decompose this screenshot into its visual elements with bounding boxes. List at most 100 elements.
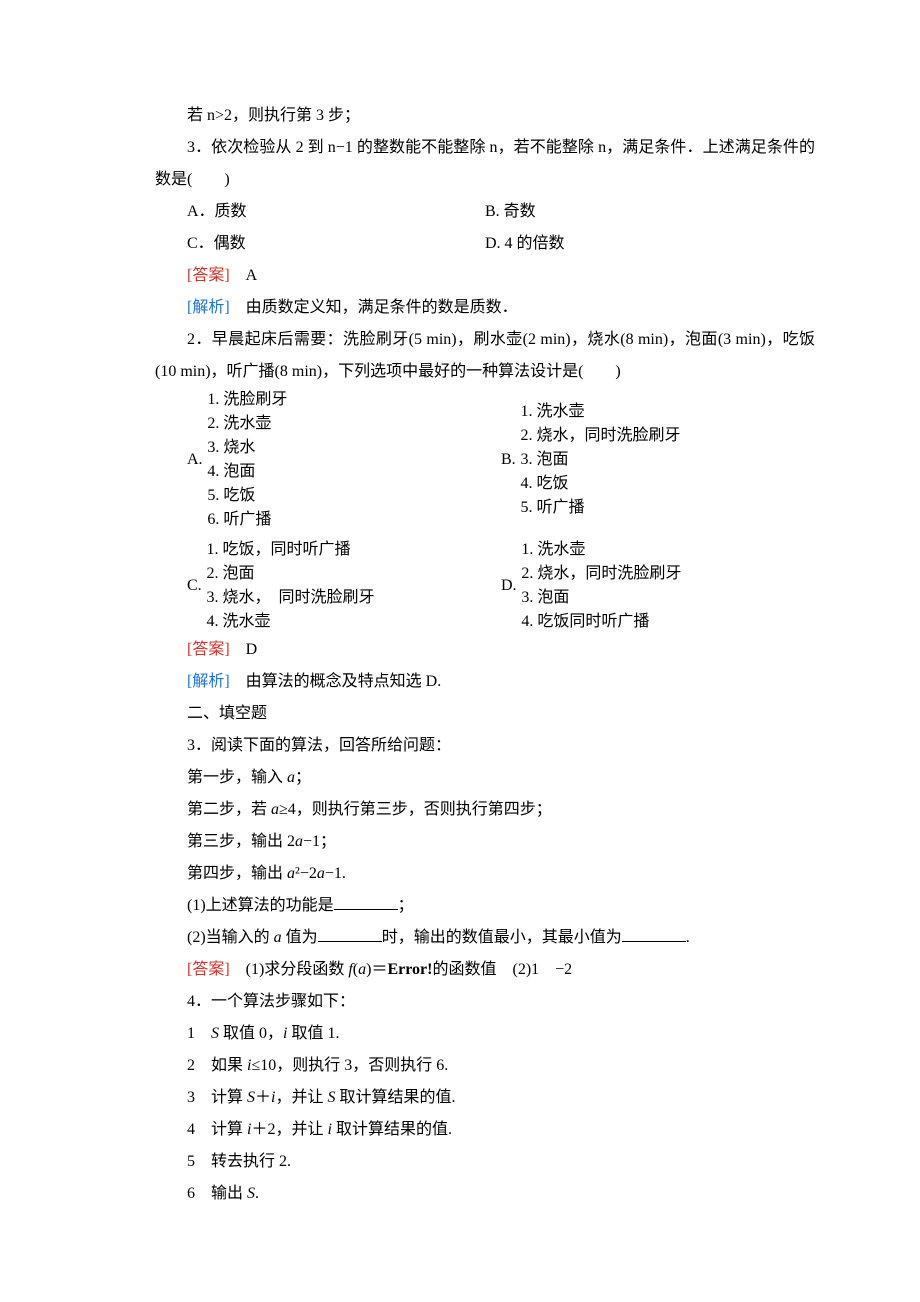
q3-stem: 3．阅读下面的算法，回答所给问题： bbox=[155, 730, 815, 762]
steps: 1. 洗水壶 2. 烧水，同时洗脸刷牙 3. 泡面 4. 吃饭 5. 听广播 bbox=[520, 400, 680, 520]
t: 1 bbox=[187, 1025, 211, 1042]
t: . bbox=[686, 929, 690, 946]
t: 5 转去执行 2. bbox=[187, 1153, 291, 1170]
text: D. 4 的倍数 bbox=[485, 235, 565, 252]
q3-step2: 第二步，若 a≥4，则执行第三步，否则执行第四步； bbox=[155, 794, 815, 826]
t: 第四步，输出 bbox=[187, 865, 287, 882]
text: 3．阅读下面的算法，回答所给问题： bbox=[187, 737, 451, 754]
t: 取计算结果的值. bbox=[336, 1089, 456, 1106]
q3-answer: [答案] (1)求分段函数 f(a)＝Error!的函数值 (2)1 −2 bbox=[155, 954, 815, 986]
blank bbox=[334, 893, 398, 910]
t: 取值 0， bbox=[219, 1025, 283, 1042]
text: 3．依次检验从 2 到 n−1 的整数能不能整除 n，若不能整除 n，满足条件．… bbox=[155, 139, 815, 188]
t: ²−2 bbox=[295, 865, 317, 882]
q2-choice-d: D. 1. 洗水壶 2. 烧水，同时洗脸刷牙 3. 泡面 4. 吃饭同时听广播 bbox=[501, 538, 815, 634]
q3-blank1: (1)上述算法的功能是 ； bbox=[155, 890, 815, 922]
text: 二、填空题 bbox=[187, 705, 267, 722]
var-a: a bbox=[271, 801, 279, 818]
answer-text: A bbox=[230, 267, 258, 284]
t: 第一步，输入 bbox=[187, 769, 287, 786]
label: D. bbox=[501, 574, 517, 598]
q2-stem: 2．早晨起床后需要：洗脸刷牙(5 min)，刷水壶(2 min)，烧水(8 mi… bbox=[155, 324, 815, 388]
explain-text: 由算法的概念及特点知选 D. bbox=[230, 673, 442, 690]
q1-choice-c: C．偶数 bbox=[155, 228, 485, 260]
text: 4．一个算法步骤如下： bbox=[187, 993, 355, 1010]
steps: 1. 洗水壶 2. 烧水，同时洗脸刷牙 3. 泡面 4. 吃饭同时听广播 bbox=[521, 538, 681, 634]
t: −1； bbox=[303, 833, 336, 850]
q4-step4: 4 计算 i＋2，并让 i 取计算结果的值. bbox=[155, 1114, 815, 1146]
q4-stem: 4．一个算法步骤如下： bbox=[155, 986, 815, 1018]
t: . bbox=[255, 1185, 259, 1202]
text: B. 奇数 bbox=[485, 203, 536, 220]
q2-choice-a: A. 1. 洗脸刷牙 2. 洗水壶 3. 烧水 4. 泡面 5. 吃饭 6. 听… bbox=[187, 388, 501, 532]
t: 第三步，输出 2 bbox=[187, 833, 295, 850]
var-a: a bbox=[295, 833, 303, 850]
t: 值为 bbox=[282, 929, 318, 946]
answer-label: [答案] bbox=[187, 961, 230, 978]
t: ＋ bbox=[255, 1089, 271, 1106]
steps: 1. 吃饭，同时听广播 2. 泡面 3. 烧水， 同时洗脸刷牙 4. 洗水壶 bbox=[206, 538, 374, 634]
blank bbox=[622, 925, 686, 942]
t: 取值 1. bbox=[287, 1025, 339, 1042]
q1-choice-a: A．质数 bbox=[155, 196, 485, 228]
error-text: Error! bbox=[387, 961, 432, 978]
q2-row-ab: A. 1. 洗脸刷牙 2. 洗水壶 3. 烧水 4. 泡面 5. 吃饭 6. 听… bbox=[187, 388, 815, 532]
var-s: S bbox=[328, 1089, 336, 1106]
q3-step1: 第一步，输入 a； bbox=[155, 762, 815, 794]
q4-step6: 6 输出 S. bbox=[155, 1178, 815, 1210]
q1-explain: [解析] 由质数定义知，满足条件的数是质数． bbox=[155, 292, 815, 324]
q1-step3: 3．依次检验从 2 到 n−1 的整数能不能整除 n，若不能整除 n，满足条件．… bbox=[155, 132, 815, 196]
text: 若 n>2，则执行第 3 步； bbox=[187, 107, 360, 124]
section-2-title: 二、填空题 bbox=[155, 698, 815, 730]
q3-blank2: (2)当输入的 a 值为 时，输出的数值最小，其最小值为. bbox=[155, 922, 815, 954]
t: ； bbox=[398, 897, 414, 914]
var-s: S bbox=[247, 1185, 255, 1202]
t: 时，输出的数值最小，其最小值为 bbox=[382, 929, 622, 946]
q1-choice-b: B. 奇数 bbox=[485, 196, 815, 228]
steps: 1. 洗脸刷牙 2. 洗水壶 3. 烧水 4. 泡面 5. 吃饭 6. 听广播 bbox=[207, 388, 287, 532]
t: (1)上述算法的功能是 bbox=[187, 897, 334, 914]
q1-answer: [答案] A bbox=[155, 260, 815, 292]
q4-step3: 3 计算 S＋i，并让 S 取计算结果的值. bbox=[155, 1082, 815, 1114]
t: 2 如果 bbox=[187, 1057, 247, 1074]
var-s: S bbox=[211, 1025, 219, 1042]
text: C．偶数 bbox=[187, 235, 246, 252]
var-s: S bbox=[247, 1089, 255, 1106]
q2-answer: [答案] D bbox=[155, 634, 815, 666]
t: (2)当输入的 bbox=[187, 929, 274, 946]
t: 6 输出 bbox=[187, 1185, 247, 1202]
t: )＝ bbox=[366, 961, 387, 978]
blank bbox=[318, 925, 382, 942]
t: ≥4，则执行第三步，否则执行第四步； bbox=[279, 801, 552, 818]
explain-label: [解析] bbox=[187, 673, 230, 690]
t: ＋2，并让 bbox=[251, 1121, 327, 1138]
t: ≤10，则执行 3，否则执行 6. bbox=[251, 1057, 448, 1074]
label: B. bbox=[501, 448, 516, 472]
q1-choices-row1: A．质数 B. 奇数 bbox=[155, 196, 815, 228]
answer-text: D bbox=[230, 641, 258, 658]
t: 的函数值 (2)1 −2 bbox=[432, 961, 572, 978]
q2-row-cd: C. 1. 吃饭，同时听广播 2. 泡面 3. 烧水， 同时洗脸刷牙 4. 洗水… bbox=[187, 538, 815, 634]
t: ； bbox=[295, 769, 311, 786]
q1-choices-row2: C．偶数 D. 4 的倍数 bbox=[155, 228, 815, 260]
var-a: a bbox=[358, 961, 366, 978]
answer-label: [答案] bbox=[187, 641, 230, 658]
t: 第二步，若 bbox=[187, 801, 271, 818]
t: 取计算结果的值. bbox=[332, 1121, 452, 1138]
q3-step3: 第三步，输出 2a−1； bbox=[155, 826, 815, 858]
q4-step2: 2 如果 i≤10，则执行 3，否则执行 6. bbox=[155, 1050, 815, 1082]
label: A. bbox=[187, 448, 203, 472]
var-a: a bbox=[317, 865, 325, 882]
text: A．质数 bbox=[187, 203, 247, 220]
explain-text: 由质数定义知，满足条件的数是质数． bbox=[230, 299, 518, 316]
t: ，并让 bbox=[275, 1089, 327, 1106]
q1-choice-d: D. 4 的倍数 bbox=[485, 228, 815, 260]
var-a: a bbox=[287, 865, 295, 882]
t: (1)求分段函数 bbox=[230, 961, 349, 978]
var-a: a bbox=[287, 769, 295, 786]
t: −1. bbox=[325, 865, 346, 882]
label: C. bbox=[187, 574, 202, 598]
explain-label: [解析] bbox=[187, 299, 230, 316]
var-a: a bbox=[274, 929, 282, 946]
q4-step1: 1 S 取值 0，i 取值 1. bbox=[155, 1018, 815, 1050]
